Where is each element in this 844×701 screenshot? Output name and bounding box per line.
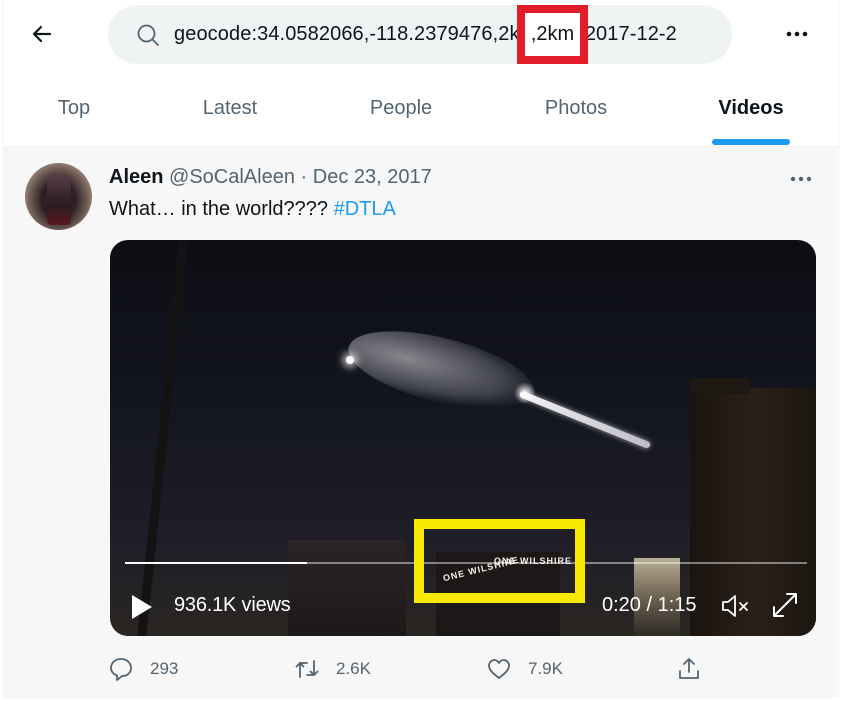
reply-count: 293 bbox=[150, 659, 179, 678]
tweet-text: What… in the world???? #DTLA bbox=[109, 198, 396, 221]
tab-videos[interactable]: Videos bbox=[700, 70, 802, 146]
heart-icon bbox=[488, 659, 510, 679]
like-button[interactable]: 7.9K bbox=[486, 644, 563, 694]
building-sign: ONE WILSHIRE bbox=[494, 556, 573, 566]
volume-muted-icon bbox=[722, 595, 748, 617]
author-name[interactable]: Aleen bbox=[109, 166, 163, 188]
retweet-count: 2.6K bbox=[336, 659, 371, 678]
tweet-date[interactable]: Dec 23, 2017 bbox=[313, 166, 432, 188]
view-count: 936.1K views bbox=[174, 594, 291, 616]
more-horizontal-icon bbox=[790, 176, 812, 182]
separator: · bbox=[300, 166, 308, 188]
like-count: 7.9K bbox=[528, 659, 563, 678]
tab-latest[interactable]: Latest bbox=[180, 70, 280, 146]
tab-photos[interactable]: Photos bbox=[522, 70, 630, 146]
video-player[interactable]: ONE WILSHIRE ONE WILSHIRE 936.1K views 0… bbox=[110, 240, 816, 636]
arrow-left-icon bbox=[32, 25, 52, 43]
active-tab-indicator bbox=[712, 139, 790, 145]
author-handle[interactable]: @SoCalAleen bbox=[169, 166, 295, 188]
video-scene-rocket-plume bbox=[341, 315, 541, 425]
fullscreen-button[interactable] bbox=[770, 590, 800, 620]
search-icon bbox=[137, 24, 159, 46]
video-scene-pole bbox=[136, 240, 189, 636]
mute-button[interactable] bbox=[720, 592, 752, 620]
share-icon bbox=[679, 658, 699, 679]
video-scene-one-wilshire: ONE WILSHIRE ONE WILSHIRE bbox=[436, 552, 571, 636]
tweet-actions: 293 2.6K 7.9K bbox=[4, 644, 837, 694]
search-highlight-fragment: ,2km bbox=[525, 13, 580, 56]
tweet-more-button[interactable] bbox=[786, 171, 816, 187]
video-scene-building bbox=[288, 540, 406, 636]
video-progress-bar[interactable] bbox=[125, 562, 807, 564]
retweet-icon bbox=[295, 660, 319, 678]
search-input[interactable] bbox=[174, 23, 714, 46]
search-box[interactable] bbox=[108, 5, 732, 64]
video-time: 0:20 / 1:15 bbox=[602, 594, 697, 616]
tweet[interactable]: Aleen @SoCalAleen · Dec 23, 2017 What… i… bbox=[4, 147, 837, 699]
back-button[interactable] bbox=[22, 14, 62, 54]
search-tabs: Top Latest People Photos Videos bbox=[0, 70, 844, 146]
share-button[interactable] bbox=[676, 644, 702, 694]
tweet-body: What… in the world???? bbox=[109, 198, 329, 220]
more-horizontal-icon bbox=[786, 31, 808, 37]
play-button[interactable] bbox=[130, 593, 154, 621]
reply-icon bbox=[110, 658, 132, 681]
hashtag-link[interactable]: #DTLA bbox=[334, 198, 396, 220]
reply-button[interactable]: 293 bbox=[108, 644, 178, 694]
play-icon bbox=[132, 595, 152, 619]
avatar-image bbox=[47, 173, 71, 225]
tab-people[interactable]: People bbox=[350, 70, 452, 146]
more-options-button[interactable] bbox=[778, 20, 816, 48]
tab-top[interactable]: Top bbox=[30, 70, 118, 146]
tweet-header: Aleen @SoCalAleen · Dec 23, 2017 bbox=[109, 166, 432, 189]
video-scene-rocket-core bbox=[346, 356, 354, 364]
video-scene-exhaust-trail bbox=[518, 390, 652, 450]
expand-icon bbox=[773, 593, 797, 617]
retweet-button[interactable]: 2.6K bbox=[294, 644, 371, 694]
video-progress-fill bbox=[125, 562, 308, 564]
avatar[interactable] bbox=[25, 163, 92, 230]
